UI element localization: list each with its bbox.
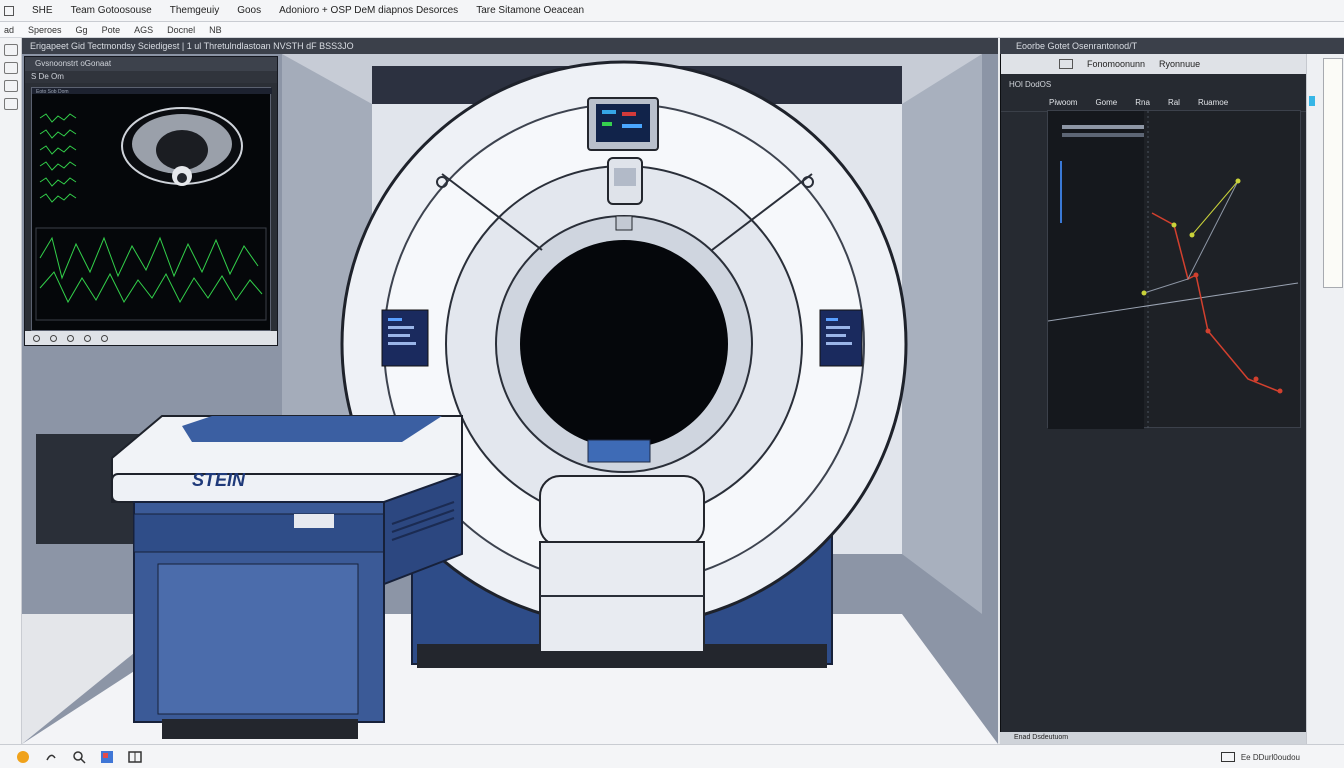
edge-browser-icon[interactable] [44,750,58,764]
analysis-panel: Fonomoonunn Ryonnuue HOl DodOS Piwoom Go… [1000,54,1306,744]
monitor-panel-header: Gvsnoonstrt oGonaat [25,57,277,71]
tray-label[interactable]: Ee DDurl0oudou [1241,753,1300,762]
measure-icon[interactable] [84,334,91,342]
settings-tool-icon[interactable] [3,98,18,110]
menu-item-view[interactable]: Themgeuiy [170,5,219,16]
menu-item-tools[interactable]: Goos [237,5,261,16]
column-ruamoe[interactable]: Ruamoe [1198,98,1228,107]
monitor-panel-footer [25,331,277,345]
toolbar-item-1[interactable]: ad [4,25,14,35]
app-icon[interactable] [4,5,14,16]
menu-item-file[interactable]: SHE [32,5,53,16]
menu-item-document-title[interactable]: Adonioro + OSP DeM diapnos Desorces [279,5,458,16]
left-tool-strip [0,38,22,744]
menu-item-tare[interactable]: Tare Sitamone Oeacean [476,5,584,16]
analysis-graph[interactable] [1047,110,1301,429]
viewport-title: Erigapeet Gid Tectmondsy Sciedigest | 1 … [30,41,354,51]
column-rna[interactable]: Rna [1135,98,1150,107]
draw-tool-icon[interactable] [3,62,18,74]
column-gome[interactable]: Gome [1095,98,1117,107]
dock-accent-marker [1309,96,1315,106]
scan-waveform-display: Eoto Sob Dom [32,88,272,321]
taskbar: Ee DDurl0oudou [0,744,1344,768]
column-ral[interactable]: Ral [1168,98,1180,107]
menu-item-team[interactable]: Team Gotoosouse [71,5,152,16]
toolbar: ad Speroes Gg Pote AGS Docnel NB [0,22,1344,38]
machine-brand-label: STEIN [192,470,246,490]
right-panel-title: Eoorbe Gotet Osenrantonod/T [1016,41,1138,51]
export-icon[interactable] [101,334,108,342]
zoom-icon[interactable] [67,334,74,342]
window-app-icon[interactable] [128,750,142,764]
search-icon[interactable] [72,750,86,764]
record-icon[interactable] [50,334,57,342]
vitals-monitor-panel[interactable]: Gvsnoonstrt oGonaat S De Om Eoto Sob Dom [24,56,278,346]
notes-document-thumbnail[interactable] [1323,58,1343,288]
photos-app-icon[interactable] [100,750,114,764]
hand-tool-icon[interactable] [3,80,18,92]
tab-fonomoonunn[interactable]: Fonomoonunn [1087,59,1145,69]
viewport-title-bar: Erigapeet Gid Tectmondsy Sciedigest | 1 … [22,38,998,54]
toolbar-item-4[interactable]: Pote [102,25,121,35]
panel-menu-icon[interactable] [1059,59,1073,69]
tray-app-icon[interactable] [1220,752,1235,762]
monitor-screen: Eoto Sob Dom [31,87,272,331]
analysis-toolbar-label[interactable]: HOl DodOS [1009,80,1051,89]
start-icon[interactable] [16,750,30,764]
monitor-panel-tab[interactable]: S De Om [25,71,277,83]
system-tray: Ee DDurl0oudou [1220,750,1300,764]
toolbar-item-6[interactable]: Docnel [167,25,195,35]
analysis-toolbar: HOl DodOS [1001,74,1306,94]
tab-ryonnuue[interactable]: Ryonnuue [1159,59,1200,69]
trajectory-plot [1047,111,1299,429]
right-panel-footer: Enad Dsdeutuom [1000,732,1306,744]
analysis-tabs: Fonomoonunn Ryonnuue [1001,54,1306,74]
toolbar-item-5[interactable]: AGS [134,25,153,35]
docked-notes-strip [1306,54,1344,744]
toolbar-item-2[interactable]: Speroes [28,25,62,35]
playback-icon[interactable] [33,334,40,342]
select-tool-icon[interactable] [3,44,18,56]
menu-bar: SHE Team Gotoosouse Themgeuiy Goos Adoni… [0,0,1344,22]
toolbar-item-7[interactable]: NB [209,25,222,35]
monitor-top-label: Eoto Sob Dom [36,89,69,95]
toolbar-item-3[interactable]: Gg [76,25,88,35]
column-piwoom[interactable]: Piwoom [1049,98,1077,107]
right-panel-title-bar: Eoorbe Gotet Osenrantonod/T [1000,38,1344,54]
